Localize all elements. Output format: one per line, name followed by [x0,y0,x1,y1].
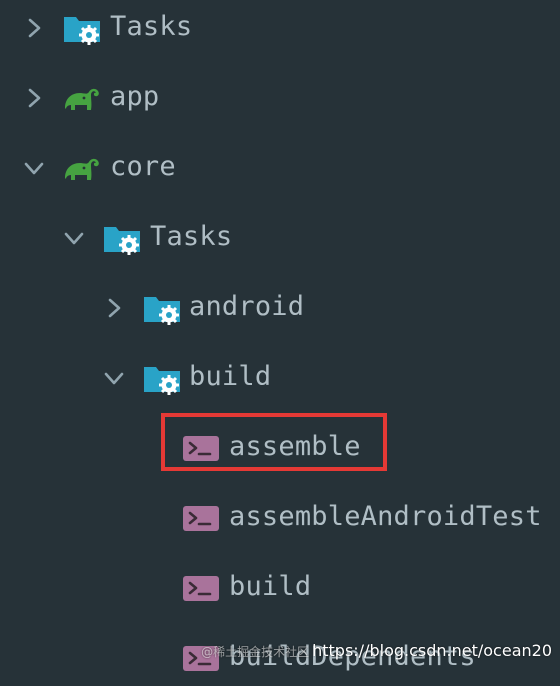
folder-gear-icon [142,288,182,328]
gradle-elephant-icon [62,148,102,188]
tree-row-tasks-root[interactable]: Tasks [0,0,560,56]
tree-row-task-assemble[interactable]: assemble [0,420,560,476]
tree-row-task-assembleAndroidTest[interactable]: assembleAndroidTest [0,490,560,546]
chevron-down-icon[interactable] [54,218,94,258]
chevron-right-icon[interactable] [14,8,54,48]
tree-node-label: android [189,291,305,322]
tree-node-label: Tasks [150,221,233,252]
tree-node-label: core [110,151,176,182]
tree-node-label: assembleAndroidTest [229,501,542,532]
terminal-task-icon [181,428,221,468]
tree-node-label: app [110,81,160,112]
tree-row-core-tasks[interactable]: Tasks [0,210,560,266]
folder-gear-icon [62,8,102,48]
chevron-right-icon[interactable] [14,78,54,118]
tree-row-core[interactable]: core [0,140,560,196]
chevron-down-icon[interactable] [94,358,134,398]
terminal-task-icon [181,568,221,608]
folder-gear-icon [142,358,182,398]
watermark: @稀土掘金技术社区 https://blog.csdn.net/ocean20 [201,641,552,660]
folder-gear-icon [102,218,142,258]
chevron-right-icon[interactable] [94,288,134,328]
watermark-cjk-text: @稀土掘金技术社区 [201,645,310,659]
tree-row-build-folder[interactable]: build [0,350,560,406]
chevron-down-icon[interactable] [14,148,54,188]
tree-row-task-build[interactable]: build [0,560,560,616]
tree-row-android[interactable]: android [0,280,560,336]
watermark-url-text: https://blog.csdn.net/ocean20 [312,641,552,660]
gradle-elephant-icon [62,78,102,118]
tree-row-app[interactable]: app [0,70,560,126]
tree-node-label: build [189,361,272,392]
tree-node-label: assemble [229,431,361,462]
terminal-task-icon [181,498,221,538]
tree-node-label: Tasks [110,11,193,42]
tree-node-label: build [229,571,312,602]
